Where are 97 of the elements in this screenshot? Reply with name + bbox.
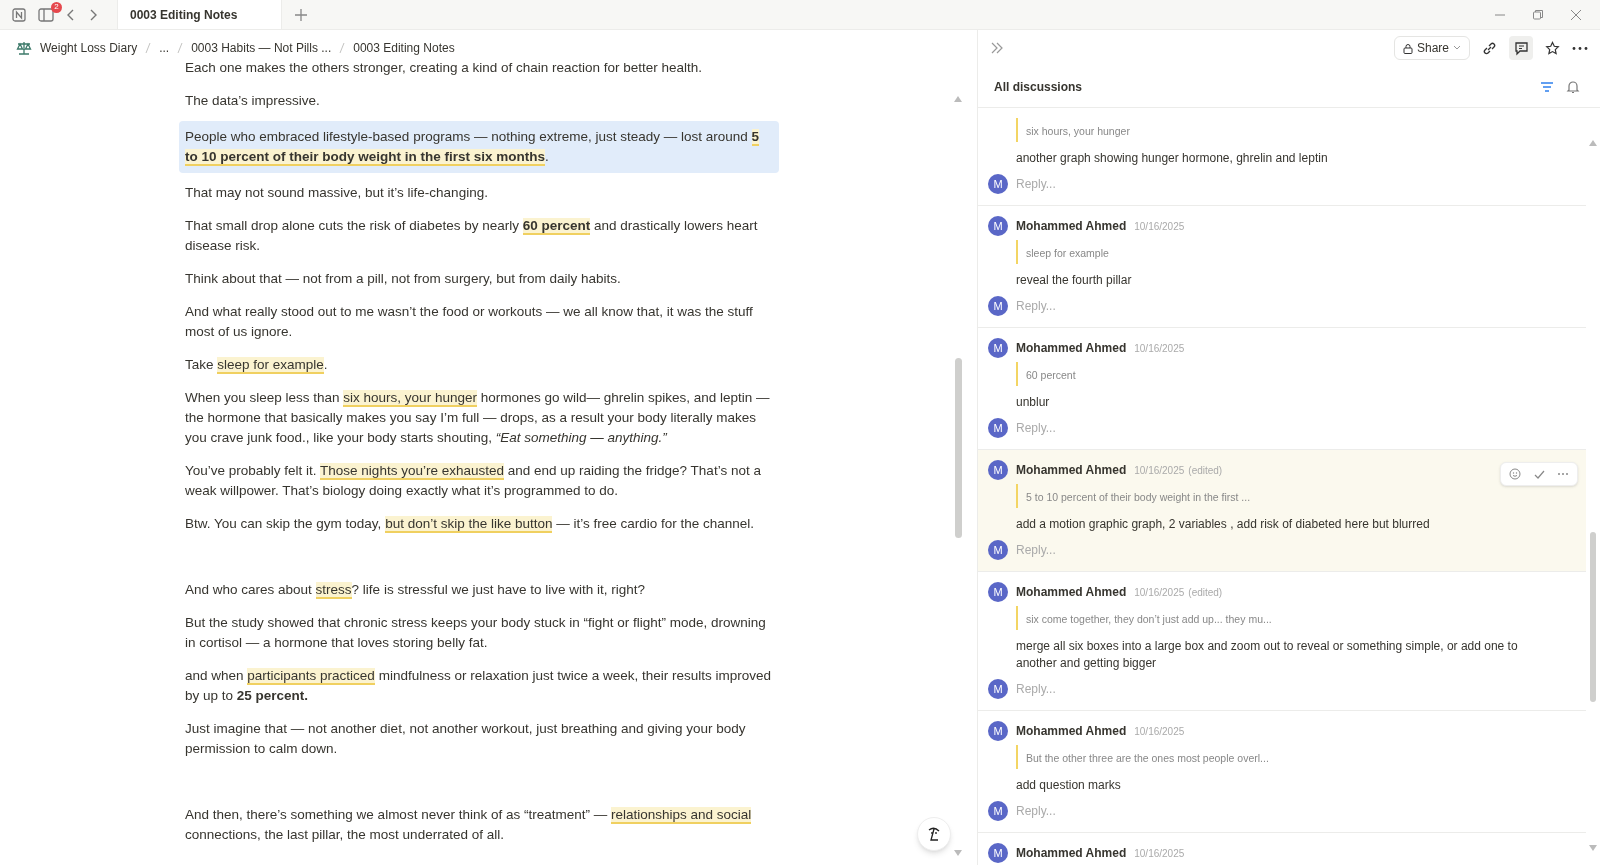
avatar: M bbox=[988, 540, 1008, 560]
comment-author: Mohammed Ahmed bbox=[1016, 845, 1127, 862]
filter-icon[interactable] bbox=[1540, 80, 1554, 93]
paragraph: You’ve probably felt it. Those nights you’re exhausted and end up raiding the fridge? That’s not a weak willpower. That’s biology doing exactly what it’s programmed to do. bbox=[184, 462, 762, 500]
lock-icon bbox=[1402, 42, 1413, 54]
paragraph: The data’s impressive. bbox=[184, 92, 321, 110]
paragraph: That small drop alone cuts the risk of diabetes by nearly 60 percent and drastically lowers heart disease risk. bbox=[184, 217, 759, 255]
paragraph: When you sleep less than six hours, your hunger hormones go wild— ghrelin spikes, and leptin — the hormone that basically makes you say I’m full — drops, as a result your body literally makes you crave junk food., like your body starts shouting, “Eat something — anything.” bbox=[184, 389, 771, 447]
reply-field[interactable]: Reply... bbox=[1016, 175, 1576, 193]
assistant-button[interactable] bbox=[917, 817, 951, 851]
paragraph: But the study showed that chronic stress keeps your body stuck in “fight or flight” mode, drowning in cortisol — a hormone that loves storing belly fat. bbox=[184, 614, 767, 652]
avatar: M bbox=[988, 679, 1008, 699]
avatar: M bbox=[988, 216, 1008, 236]
share-button[interactable]: Share bbox=[1393, 36, 1470, 60]
reply-field[interactable]: Reply... bbox=[1016, 541, 1576, 559]
avatar: M bbox=[988, 174, 1008, 194]
paragraph: Think about that — not from a pill, not from surgery, but from daily habits. bbox=[184, 270, 622, 288]
restore-icon[interactable] bbox=[1532, 8, 1544, 21]
link-icon[interactable] bbox=[1482, 40, 1497, 56]
scroll-down-icon[interactable] bbox=[954, 850, 962, 856]
paragraph: Take sleep for example. bbox=[184, 356, 329, 376]
comment-text: unblur bbox=[1016, 394, 1051, 411]
scroll-up-icon[interactable] bbox=[954, 96, 962, 102]
collapse-panel-icon[interactable] bbox=[990, 41, 1004, 55]
panel-title: All discussions bbox=[994, 78, 1083, 96]
reply-field[interactable]: Reply... bbox=[1016, 297, 1576, 315]
breadcrumb-link[interactable]: ... bbox=[159, 38, 170, 57]
scales-icon bbox=[16, 40, 32, 55]
breadcrumb-link[interactable]: 0003 Editing Notes bbox=[353, 38, 455, 57]
star-icon[interactable] bbox=[1545, 40, 1560, 56]
comment-date: 10/16/2025 bbox=[1134, 846, 1185, 861]
comment-text: merge all six boxes into a large box and zoom out to reveal or something simple, or add one to another and getting bigger bbox=[1016, 638, 1519, 672]
new-tab-icon[interactable] bbox=[294, 7, 308, 22]
paragraph: And then, there’s something we almost never think of as “treatment” — relationships and social connections, the last pillar, the most underrated of all. bbox=[184, 806, 753, 844]
paragraph: Each one makes the others stronger, creating a kind of chain reaction for better health. bbox=[184, 63, 704, 77]
comment-author: Mohammed Ahmed bbox=[1016, 584, 1127, 601]
avatar: M bbox=[988, 296, 1008, 316]
comment-author: Mohammed Ahmed bbox=[1016, 462, 1127, 479]
avatar: M bbox=[988, 460, 1008, 480]
add-reaction-icon[interactable] bbox=[1509, 467, 1522, 481]
comment-text: reveal the fourth pillar bbox=[1016, 272, 1133, 289]
close-icon[interactable] bbox=[1570, 8, 1582, 21]
paragraph: That may not sound massive, but it’s life-changing. bbox=[184, 184, 489, 202]
forward-icon[interactable] bbox=[88, 7, 98, 22]
comment-text: add a motion graphic graph, 2 variables , add risk of diabeted here but blurred bbox=[1016, 516, 1431, 533]
quoted-text: six come together, they don’t just add up... they mu... bbox=[1026, 613, 1272, 625]
comment-author: Mohammed Ahmed bbox=[1016, 218, 1127, 235]
paragraph: Btw. You can skip the gym today, but don’t skip the like button — it’s free cardio for the channel. bbox=[184, 515, 756, 535]
quoted-text: sleep for example bbox=[1026, 247, 1109, 259]
scrollbar-thumb[interactable] bbox=[1590, 532, 1596, 702]
scroll-up-icon[interactable] bbox=[1589, 140, 1597, 146]
reply-field[interactable]: Reply... bbox=[1016, 802, 1576, 820]
quoted-text: But the other three are the ones most people overl... bbox=[1026, 752, 1269, 764]
avatar: M bbox=[988, 801, 1008, 821]
comment-date: 10/16/2025 bbox=[1134, 219, 1185, 234]
sidebar-icon[interactable] bbox=[38, 7, 54, 22]
comment-date: 10/16/2025 bbox=[1134, 463, 1185, 478]
comment-author: Mohammed Ahmed bbox=[1016, 340, 1127, 357]
avatar: M bbox=[988, 338, 1008, 358]
reply-field[interactable]: Reply... bbox=[1016, 419, 1576, 437]
paragraph: People who embraced lifestyle-based programs — nothing extreme, just steady — lost around 5 to 10 percent of their body weight in the first six months. bbox=[179, 121, 779, 173]
scrollbar-thumb[interactable] bbox=[954, 358, 962, 538]
paragraph: And what really stood out to me wasn’t the food or workouts — we all know that, it was the stuff most of us ignore. bbox=[184, 303, 754, 341]
resolve-icon[interactable] bbox=[1534, 468, 1545, 480]
edited-label: (edited) bbox=[1188, 585, 1223, 600]
comment-date: 10/16/2025 bbox=[1134, 724, 1185, 739]
notification-badge: 2 bbox=[51, 1, 62, 13]
reply-field[interactable]: Reply... bbox=[1016, 680, 1576, 698]
breadcrumb-separator bbox=[177, 41, 184, 54]
notion-icon[interactable] bbox=[12, 7, 26, 22]
breadcrumb-link[interactable]: Weight Loss Diary bbox=[40, 38, 138, 57]
quoted-text: 5 to 10 percent of their body weight in the first ... bbox=[1026, 491, 1251, 503]
comment-text: another graph showing hunger hormone, ghrelin and leptin bbox=[1016, 150, 1329, 167]
comment-author: Mohammed Ahmed bbox=[1016, 723, 1127, 740]
comment-text: add question marks bbox=[1016, 777, 1122, 794]
comments-button[interactable] bbox=[1509, 36, 1533, 60]
edited-label: (edited) bbox=[1188, 463, 1223, 478]
back-icon[interactable] bbox=[66, 7, 76, 22]
paragraph: and when participants practiced mindfulness or relaxation just twice a week, their results improved by up to 25 percent. bbox=[184, 667, 773, 705]
breadcrumb-separator bbox=[339, 41, 346, 54]
comment-date: 10/16/2025 bbox=[1134, 585, 1185, 600]
bell-icon[interactable] bbox=[1566, 79, 1580, 94]
breadcrumb-link[interactable]: 0003 Habits — Not Pills ... bbox=[191, 38, 332, 57]
avatar: M bbox=[988, 418, 1008, 438]
quoted-text: 60 percent bbox=[1026, 369, 1076, 381]
avatar: M bbox=[988, 582, 1008, 602]
avatar: M bbox=[988, 721, 1008, 741]
paragraph: And who cares about stress? life is stressful we just have to live with it, right? bbox=[184, 581, 646, 601]
comment-date: 10/16/2025 bbox=[1134, 341, 1185, 356]
quoted-text: six hours, your hunger bbox=[1026, 125, 1130, 137]
scroll-down-icon[interactable] bbox=[1589, 845, 1597, 851]
avatar: M bbox=[988, 843, 1008, 863]
comment-icon bbox=[1513, 40, 1529, 56]
paragraph: Just imagine that — not another diet, not another workout, just breathing and giving your body permission to calm down. bbox=[184, 720, 747, 758]
breadcrumb-separator bbox=[145, 41, 152, 54]
tab[interactable]: 0003 Editing Notes bbox=[117, 0, 282, 29]
caret-icon bbox=[1453, 45, 1461, 51]
